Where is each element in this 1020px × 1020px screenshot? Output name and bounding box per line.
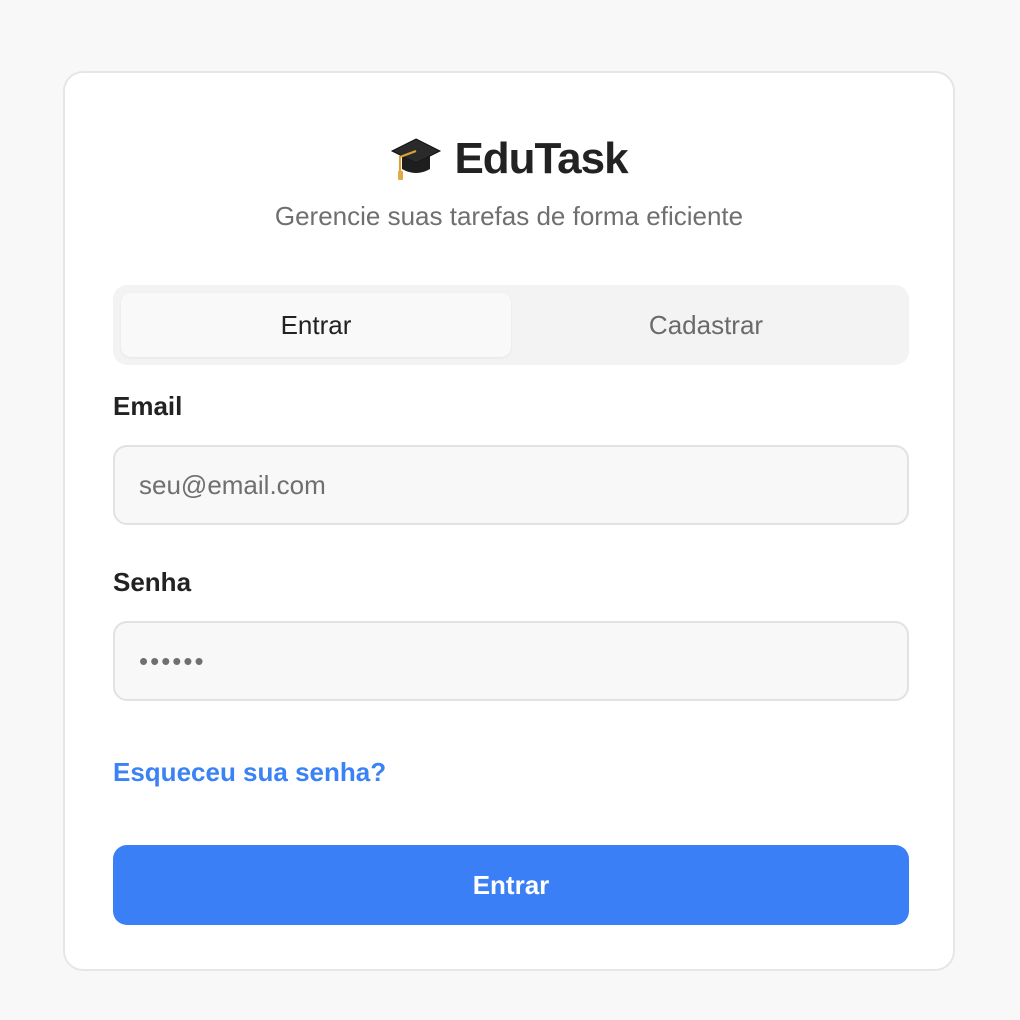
app-title: EduTask bbox=[454, 134, 628, 183]
login-button[interactable]: Entrar bbox=[113, 845, 909, 925]
graduation-cap-icon bbox=[391, 138, 442, 180]
password-label: Senha bbox=[113, 567, 192, 597]
password-field[interactable] bbox=[113, 621, 909, 701]
forgot-password-link[interactable]: Esqueceu sua senha? bbox=[113, 757, 386, 788]
app-subtitle: Gerencie suas tarefas de forma eficiente bbox=[274, 201, 744, 231]
tab-cadastrar[interactable]: Cadastrar bbox=[511, 293, 901, 357]
auth-tabs: Entrar Cadastrar bbox=[113, 285, 909, 365]
login-card: EduTask Gerencie suas tarefas de forma e… bbox=[63, 71, 955, 971]
brand-header: EduTask bbox=[65, 129, 953, 189]
email-field[interactable] bbox=[113, 445, 909, 525]
tab-entrar[interactable]: Entrar bbox=[121, 293, 511, 357]
email-label: Email bbox=[113, 391, 183, 421]
